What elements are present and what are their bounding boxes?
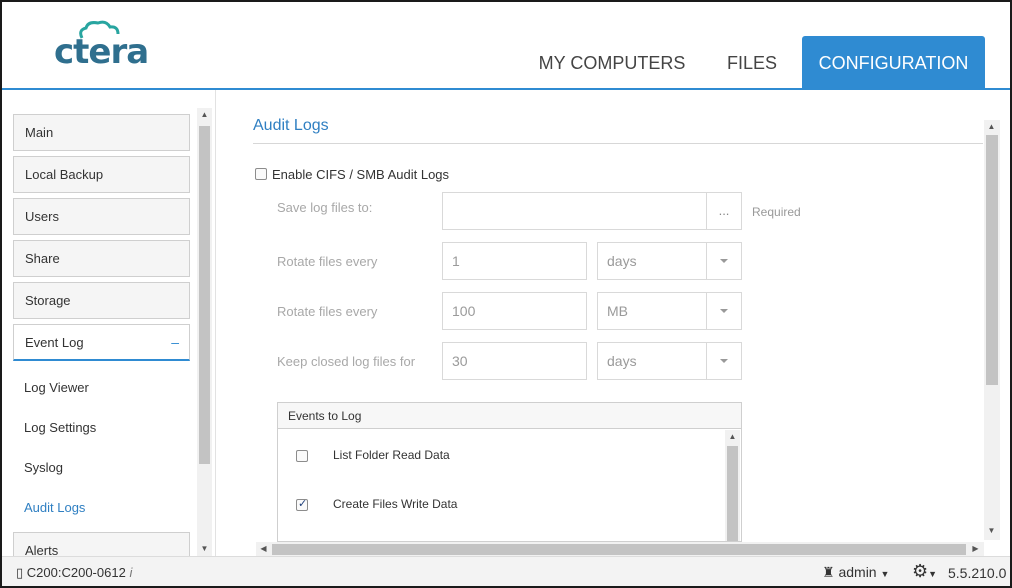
rotate-time-label: Rotate files every — [277, 254, 378, 269]
event-checkbox[interactable] — [296, 450, 308, 462]
sidebar-scrollbar[interactable]: ▲ ▼ — [197, 108, 212, 556]
main-scroll-thumb[interactable] — [986, 135, 998, 385]
sidebar-item-label: Main — [25, 125, 54, 140]
sidebar-subitem-log-viewer[interactable]: Log Viewer — [24, 380, 89, 395]
rotate-size-value: 100 — [452, 303, 476, 319]
events-scroll-thumb[interactable] — [727, 446, 738, 541]
scroll-right-icon[interactable]: ▶ — [968, 544, 983, 554]
sidebar-item-event-log[interactable]: Event Log – — [13, 324, 190, 361]
enable-audit-label: Enable CIFS / SMB Audit Logs — [272, 167, 450, 182]
page-title: Audit Logs — [253, 117, 329, 134]
keep-closed-value: 30 — [452, 353, 468, 369]
rotate-size-unit: MB — [607, 303, 628, 319]
scroll-down-icon[interactable]: ▼ — [984, 526, 999, 536]
user-menu[interactable]: ♜ admin ▼ — [822, 564, 889, 581]
chevron-down-icon[interactable] — [706, 343, 741, 379]
sidebar-item-label: Storage — [25, 293, 71, 308]
status-bar: ▯ C200:C200-0612 i ♜ admin ▼ ⚙▼ 5.5.210.… — [2, 556, 1010, 586]
scroll-up-icon[interactable]: ▲ — [725, 432, 740, 442]
scroll-up-icon[interactable]: ▲ — [197, 110, 212, 120]
chevron-down-icon[interactable] — [706, 243, 741, 279]
tab-my-computers[interactable]: MY COMPUTERS — [532, 36, 692, 88]
rotate-time-input[interactable]: 1 — [442, 242, 587, 280]
keep-closed-input[interactable]: 30 — [442, 342, 587, 380]
events-scrollbar[interactable]: ▲ — [725, 430, 740, 541]
settings-gear-icon[interactable]: ⚙▼ — [912, 561, 937, 582]
required-hint: Required — [752, 205, 801, 219]
sidebar-item-label: Event Log — [25, 335, 84, 350]
device-name: C200:C200-0612 — [26, 565, 126, 580]
event-label: List Folder Read Data — [333, 448, 450, 462]
browse-button[interactable]: ... — [706, 193, 741, 229]
chevron-down-icon[interactable] — [706, 293, 741, 329]
ctera-logo: ctera — [54, 20, 164, 72]
user-name: admin — [838, 564, 877, 580]
collapse-icon[interactable]: – — [171, 325, 179, 360]
event-label: Create Files Write Data — [333, 497, 458, 511]
tab-configuration[interactable]: CONFIGURATION — [802, 36, 985, 88]
event-checkbox[interactable] — [296, 497, 308, 511]
main-panel: Audit Logs Enable CIFS / SMB Audit Logs … — [216, 90, 1010, 556]
device-icon: ▯ — [16, 565, 24, 580]
sidebar-subitem-log-settings[interactable]: Log Settings — [24, 420, 96, 435]
keep-closed-label: Keep closed log files for — [277, 354, 416, 369]
sidebar-subitem-syslog[interactable]: Syslog — [24, 460, 63, 475]
title-divider — [253, 143, 983, 144]
sidebar: Main Local Backup Users Share Storage Ev… — [2, 90, 216, 569]
main-hscroll-thumb[interactable] — [272, 544, 966, 555]
rotate-time-unit-select[interactable]: days — [597, 242, 742, 280]
keep-closed-unit: days — [607, 353, 637, 369]
enable-audit-checkbox[interactable] — [255, 168, 267, 180]
rotate-size-unit-select[interactable]: MB — [597, 292, 742, 330]
rotate-time-value: 1 — [452, 253, 460, 269]
keep-closed-unit-select[interactable]: days — [597, 342, 742, 380]
sidebar-item-main[interactable]: Main — [13, 114, 190, 151]
tab-files[interactable]: FILES — [712, 36, 792, 88]
app-window: ctera MY COMPUTERS FILES CONFIGURATION M… — [0, 0, 1012, 588]
scroll-up-icon[interactable]: ▲ — [984, 122, 999, 132]
main-horizontal-scrollbar[interactable]: ◀ ▶ — [256, 542, 984, 556]
info-icon[interactable]: i — [129, 565, 132, 580]
logo-text: ctera — [54, 32, 149, 72]
events-to-log-panel: Events to Log List Folder Read Data Crea… — [277, 402, 742, 542]
sidebar-item-label: Users — [25, 209, 59, 224]
sidebar-item-storage[interactable]: Storage — [13, 282, 190, 319]
sidebar-subitem-audit-logs[interactable]: Audit Logs — [24, 500, 85, 515]
save-log-label: Save log files to: — [277, 200, 373, 215]
scroll-left-icon[interactable]: ◀ — [256, 544, 271, 554]
save-log-field[interactable]: ... — [442, 192, 742, 230]
sidebar-item-label: Share — [25, 251, 60, 266]
rotate-time-unit: days — [607, 253, 637, 269]
main-scrollbar[interactable]: ▲ ▼ — [984, 120, 1000, 540]
header: ctera MY COMPUTERS FILES CONFIGURATION — [2, 2, 1010, 88]
events-header: Events to Log — [278, 403, 741, 429]
version-label: 5.5.210.0 — [948, 565, 1007, 581]
scroll-down-icon[interactable]: ▼ — [197, 544, 212, 554]
sidebar-scroll-thumb[interactable] — [199, 126, 210, 464]
rotate-size-input[interactable]: 100 — [442, 292, 587, 330]
sidebar-item-share[interactable]: Share — [13, 240, 190, 277]
sidebar-item-users[interactable]: Users — [13, 198, 190, 235]
rotate-size-label: Rotate files every — [277, 304, 378, 319]
user-icon: ♜ — [822, 564, 835, 580]
sidebar-item-local-backup[interactable]: Local Backup — [13, 156, 190, 193]
chevron-down-icon: ▼ — [880, 569, 890, 579]
device-info: ▯ C200:C200-0612 i — [16, 565, 132, 581]
sidebar-item-label: Local Backup — [25, 167, 104, 182]
